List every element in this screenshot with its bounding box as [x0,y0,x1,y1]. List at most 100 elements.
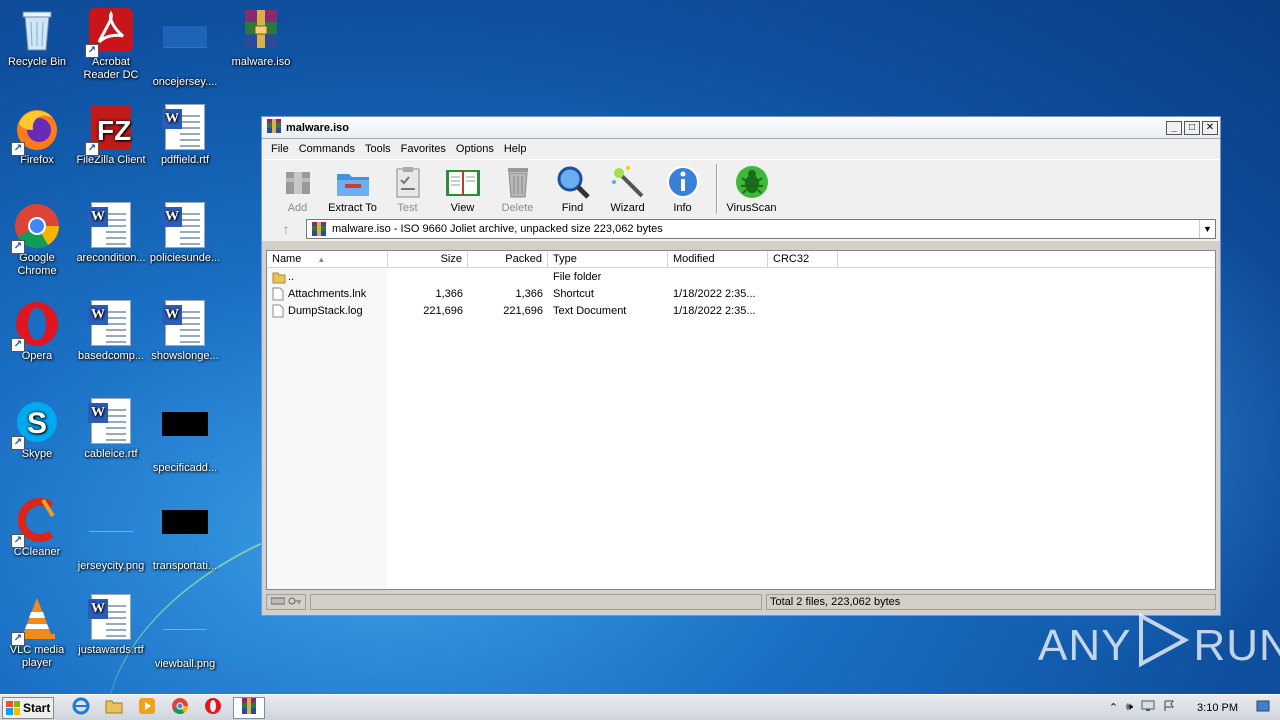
svg-text:S: S [27,407,47,440]
test-clipboard-icon [390,164,426,200]
desktop-icon-skype[interactable]: S ↗ Skype [0,398,74,461]
table-row[interactable]: DumpStack.log 221,696 221,696 Text Docum… [267,302,1215,319]
desktop-icon-justawards[interactable]: W justawards.rtf [74,594,148,657]
desktop-icon-firefox[interactable]: ↗ Firefox [0,104,74,167]
delete-button[interactable]: Delete [490,162,545,214]
desktop-icon-recycle-bin[interactable]: Recycle Bin [0,6,74,69]
desktop-icon-malware-iso[interactable]: malware.iso [224,6,298,69]
desktop-icon-label: pdffield.rtf [160,154,210,166]
file-size: 221,696 [423,304,463,317]
menu-favorites[interactable]: Favorites [396,143,451,155]
wand-icon [610,164,646,200]
taskbar-ie[interactable] [68,697,94,719]
word-document-icon: W [87,202,135,250]
menu-commands[interactable]: Commands [294,143,360,155]
shortcut-arrow-icon: ↗ [11,534,25,548]
menu-options[interactable]: Options [451,143,499,155]
status-total: Total 2 files, 223,062 bytes [766,594,1216,610]
winrar-app-icon [266,119,282,136]
winrar-app-icon [240,698,258,717]
column-header-modified[interactable]: Modified [668,251,768,267]
taskbar-explorer[interactable] [101,697,127,719]
start-button[interactable]: Start [2,696,54,719]
up-folder-button[interactable]: ↑ [266,221,306,237]
taskbar-chrome[interactable] [167,697,193,719]
desktop-icon-label: basedcomp... [77,350,145,362]
desktop-icon-showslonge[interactable]: W showslonge... [148,300,222,363]
toolbar-separator [716,164,718,214]
watermark-right-text: RUN [1193,620,1280,670]
desktop-icon-label: transportati... [152,560,218,572]
view-label: View [450,202,475,214]
desktop-icon-label: policiesunde... [149,252,221,264]
action-center-flag-icon[interactable] [1163,700,1175,715]
file-modified: 1/18/2022 2:35... [673,304,756,317]
desktop-icon-opera[interactable]: ↗ Opera [0,300,74,363]
wizard-button[interactable]: Wizard [600,162,655,214]
windows-flag-icon [6,700,20,715]
path-combobox[interactable]: malware.iso - ISO 9660 Joliet archive, u… [306,219,1216,239]
volume-icon[interactable]: 🕪 [1126,701,1133,714]
desktop-icon-cableice[interactable]: W cableice.rtf [74,398,148,461]
table-row[interactable]: Attachments.lnk 1,366 1,366 Shortcut 1/1… [267,285,1215,302]
close-button[interactable]: ✕ [1202,120,1218,135]
virusscan-button[interactable]: VirusScan [724,162,779,214]
add-button[interactable]: Add [270,162,325,214]
column-header-type[interactable]: Type [548,251,668,267]
shortcut-arrow-icon: ↗ [11,338,25,352]
show-desktop-button[interactable] [1256,700,1270,715]
desktop-icon-chrome[interactable]: ↗ Google Chrome [0,202,74,278]
desktop-icon-label: Acrobat Reader DC [83,56,139,81]
desktop-icon-label: jerseycity.png [77,560,145,572]
desktop-icon-specificadd[interactable]: specificadd... [148,398,222,475]
menu-help[interactable]: Help [499,143,532,155]
taskbar-winrar[interactable] [233,696,265,719]
extract-to-button[interactable]: Extract To [325,162,380,214]
menu-file[interactable]: File [266,143,294,155]
info-button[interactable]: Info [655,162,710,214]
title-bar[interactable]: malware.iso _ □ ✕ [262,117,1220,139]
status-drive-panel[interactable] [266,594,306,610]
desktop-icon-filezilla[interactable]: FZ ↗ FileZilla Client [74,104,148,167]
menu-bar: File Commands Tools Favorites Options He… [262,139,1220,159]
column-header-name[interactable]: Name ▲ [267,251,388,267]
show-hidden-icons-button[interactable]: ⌃ [1109,701,1118,714]
desktop-icon-acrobat[interactable]: ↗ Acrobat Reader DC [74,6,148,82]
minimize-button[interactable]: _ [1166,120,1182,135]
desktop-icon-vlc[interactable]: ↗ VLC media player [0,594,74,670]
shortcut-arrow-icon: ↗ [85,142,99,156]
acrobat-icon: ↗ [85,6,135,58]
desktop-icon-oncejersey[interactable]: oncejersey.... [148,6,222,89]
desktop-icon-pdffield[interactable]: W pdffield.rtf [148,104,222,167]
desktop-icon-transportati[interactable]: transportati... [148,496,222,573]
find-button[interactable]: Find [545,162,600,214]
taskbar-opera[interactable] [200,697,226,719]
clock[interactable]: 3:10 PM [1197,702,1238,714]
table-row[interactable]: .. File folder [267,268,1215,285]
menu-tools[interactable]: Tools [360,143,396,155]
status-bar: Total 2 files, 223,062 bytes [266,593,1216,611]
network-icon[interactable] [1141,700,1155,715]
desktop-icon-basedcomp[interactable]: W basedcomp... [74,300,148,363]
column-header-packed[interactable]: Packed [468,251,548,267]
winrar-window[interactable]: malware.iso _ □ ✕ File Commands Tools Fa… [261,116,1221,616]
desktop-icon-jerseycity[interactable]: jerseycity.png [74,496,148,573]
view-button[interactable]: View [435,162,490,214]
column-header-size[interactable]: Size [388,251,468,267]
column-header-crc32[interactable]: CRC32 [768,251,838,267]
image-file-icon [161,26,209,74]
desktop-icon-label: VLC media player [9,644,65,669]
chevron-down-icon[interactable]: ▼ [1199,220,1215,238]
desktop-icon-viewball[interactable]: viewball.png [148,594,222,671]
svg-text:FZ: FZ [97,115,131,146]
maximize-button[interactable]: □ [1184,120,1200,135]
desktop-icon-ccleaner[interactable]: ↗ CCleaner [0,496,74,559]
file-size: 1,366 [435,287,463,300]
book-icon [445,164,481,200]
taskbar-media-player[interactable] [134,697,160,719]
word-document-icon: W [87,594,135,642]
file-list[interactable]: Name ▲ Size Packed Type Modified CRC32 ..… [266,250,1216,590]
desktop-icon-arecondition[interactable]: W arecondition... [74,202,148,265]
desktop-icon-policiesunde[interactable]: W policiesunde... [148,202,222,265]
test-button[interactable]: Test [380,162,435,214]
